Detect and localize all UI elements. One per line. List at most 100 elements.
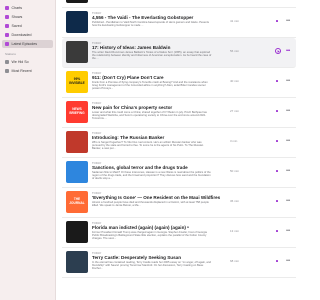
more-options-icon[interactable]: ••• [286, 258, 290, 264]
episode-row[interactable]: TODAY Introducing: The Russian Banker Who … [62, 128, 296, 158]
episode-title-text: Terry Castle: Desperately Seeking Susan [92, 254, 182, 260]
sidebar-station-2[interactable]: Most Recent [2, 67, 53, 75]
sidebar-item-shows[interactable]: Shows [2, 13, 53, 21]
play-icon[interactable] [275, 48, 281, 54]
episode-artwork[interactable] [66, 251, 88, 273]
episode-title-text: Introducing: The Russian Banker [92, 134, 165, 140]
explicit-badge-icon: E [186, 226, 190, 229]
episode-artwork[interactable]: THE JOURNAL [66, 191, 88, 213]
clock-icon [5, 42, 9, 46]
episode-duration: 41 min [230, 19, 240, 23]
episode-title[interactable]: New pain for China's property sector [92, 105, 172, 110]
unplayed-dot-icon [276, 20, 278, 22]
episode-artwork[interactable]: The Daily [66, 0, 88, 3]
more-options-icon[interactable]: ••• [286, 168, 290, 174]
sidebar: Charts Shows Saved Downloaded Latest Epi… [0, 0, 56, 300]
episode-duration: 68 min [230, 259, 240, 263]
episode-title-text: 17: History of Ideas: James Baldwin [92, 44, 171, 50]
sidebar-item-label: Latest Episodes [11, 42, 38, 46]
episode-description: Sadaman Nile to Mark? Or these intervene… [92, 170, 211, 181]
episode-row[interactable]: NEWS BRIEFING TODAY New pain for China's p… [62, 98, 296, 128]
unplayed-dot-icon [276, 110, 278, 112]
sidebar-item-latest-episodes[interactable]: Latest Episodes [2, 40, 53, 48]
sidebar-item-saved[interactable]: Saved [2, 22, 53, 30]
episode-description: Almost a hundred people have died and th… [92, 200, 209, 207]
episode-row[interactable]: TODAY 4,556 - The Vaidi - The Everlasting… [62, 8, 296, 38]
more-options-icon[interactable]: ••• [286, 18, 290, 24]
episode-row[interactable]: TODAY Terry Castle: Desperately Seeking S… [62, 248, 296, 278]
episode-title-text: Florida man indicted (again) (again) (ag… [92, 224, 186, 230]
episode-description: Published - Pendleham to Vaidi North Car… [92, 20, 209, 27]
episode-artwork[interactable] [66, 11, 88, 33]
bookmark-icon [5, 24, 9, 28]
episode-title-text: 911: (Don't Cry) Plane Don't Care [92, 74, 164, 80]
charts-icon [5, 6, 9, 10]
episode-title[interactable]: 4,556 - The Vaidi - The Everlasting Gobs… [92, 15, 193, 20]
episode-row[interactable]: TODAY 17: History of Ideas: James Baldwin… [62, 38, 296, 68]
episode-description: In the eternal has contained reading, Te… [92, 260, 211, 271]
sidebar-item-label: Downloaded [11, 33, 32, 37]
more-options-icon[interactable]: ••• [286, 108, 290, 114]
episode-list: The Daily•••TODAY4,556 - The Vaidi - The… [57, 0, 300, 300]
episode-duration: 36 min [230, 199, 240, 203]
episode-description: Lower and what this could come a China; … [92, 110, 207, 121]
episode-title-text: 4,556 - The Vaidi - The Everlasting Gobs… [92, 14, 194, 20]
episode-description: The writer David Runciman James Baldwin'… [92, 50, 212, 61]
episode-row[interactable]: TODAY Florida man indicted (again) (again… [62, 218, 296, 248]
episode-artwork[interactable] [66, 161, 88, 183]
sidebar-item-label: Most Recent [11, 69, 32, 73]
episode-duration: 56 min [230, 49, 240, 53]
episode-duration: 40 min [230, 79, 240, 83]
episode-description: Frank from a Premise of flying company's… [92, 80, 208, 91]
download-icon [5, 33, 9, 37]
episode-title[interactable]: 17: History of Ideas: James Baldwin [92, 45, 170, 50]
more-options-icon[interactable]: ••• [286, 78, 290, 84]
episode-duration: 27 min [230, 109, 240, 113]
episode-row[interactable]: The Daily••• [62, 0, 296, 8]
episode-title-text: New pain for China's property sector [92, 104, 173, 110]
episode-duration: 50 min [230, 169, 240, 173]
stations-heading: Stations [5, 52, 16, 56]
episode-title[interactable]: Introducing: The Russian Banker [92, 135, 164, 140]
shows-icon [5, 15, 9, 19]
unplayed-dot-icon [276, 230, 278, 232]
episode-title[interactable]: Terry Castle: Desperately Seeking Susan [92, 255, 181, 260]
episode-artwork[interactable]: NEWS BRIEFING [66, 101, 88, 123]
unplayed-dot-icon [276, 200, 278, 202]
sidebar-item-downloaded[interactable]: Downloaded [2, 31, 53, 39]
episode-row[interactable]: TODAY Sanctions, global terror and the dr… [62, 158, 296, 188]
episode-artwork[interactable] [66, 41, 88, 63]
unplayed-dot-icon [276, 170, 278, 172]
episode-duration: 13 min [230, 229, 240, 233]
more-options-icon[interactable]: ••• [286, 198, 290, 204]
station-icon [5, 60, 9, 64]
episode-duration: 3 min [230, 139, 238, 143]
episode-artwork[interactable] [66, 221, 88, 243]
more-options-icon[interactable]: ••• [286, 48, 290, 54]
sidebar-item-label: We Hid So [11, 60, 29, 64]
episode-artwork[interactable] [66, 131, 88, 153]
episode-title[interactable]: 911: (Don't Cry) Plane Don't Care [92, 75, 164, 80]
episode-row[interactable]: 99% INVISIBLE TODAY 911: (Don't Cry) Plane… [62, 68, 296, 98]
sidebar-item-label: Shows [11, 15, 23, 19]
episode-artwork[interactable]: 99% INVISIBLE [66, 71, 88, 93]
episode-row[interactable]: THE JOURNAL TODAY 'Everything Is Gone' — O… [62, 188, 296, 218]
unplayed-dot-icon [276, 80, 278, 82]
unplayed-dot-icon [276, 140, 278, 142]
episode-title[interactable]: Sanctions, global terror and the drugs t… [92, 165, 188, 170]
episode-title[interactable]: 'Everything Is Gone' — One Resident on t… [92, 195, 220, 200]
episode-title-text: 'Everything Is Gone' — One Resident on t… [92, 194, 221, 200]
sidebar-item-label: Saved [11, 24, 22, 28]
episode-description: Who is Sergei Pugachev? To Vito Dus ruel… [92, 140, 204, 151]
more-options-icon[interactable]: ••• [286, 138, 290, 144]
episode-title[interactable]: Florida man indicted (again) (again) (ag… [92, 224, 190, 230]
more-options-icon[interactable]: ••• [286, 228, 290, 234]
station-icon [5, 69, 9, 73]
episode-description [92, 0, 212, 1]
unplayed-dot-icon [276, 260, 278, 262]
sidebar-station-1[interactable]: We Hid So [2, 58, 53, 66]
sidebar-item-label: Charts [11, 6, 23, 10]
sidebar-item-charts[interactable]: Charts [2, 4, 53, 12]
episode-title-text: Sanctions, global terror and the drugs t… [92, 164, 188, 170]
episode-description: Former President Donald Trump was charge… [92, 230, 207, 241]
